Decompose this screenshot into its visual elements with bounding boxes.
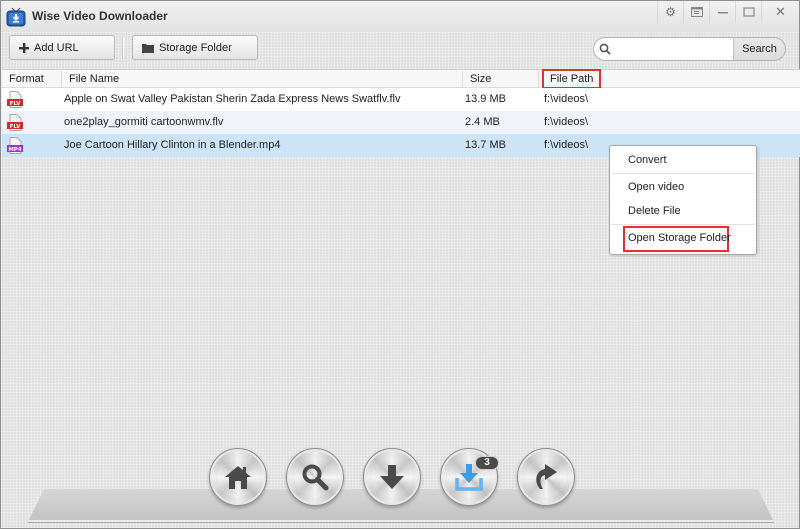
maximize-button[interactable] xyxy=(735,1,761,23)
download-count-badge: 3 xyxy=(475,456,499,470)
menu-item-open-video[interactable]: Open video xyxy=(628,181,684,193)
file-name: Joe Cartoon Hillary Clinton in a Blender… xyxy=(64,139,281,151)
file-table-header: Format File Name Size File Path xyxy=(2,69,800,89)
maximize-icon xyxy=(742,7,755,17)
search-video-button[interactable] xyxy=(286,448,344,506)
file-name: one2play_gormiti cartoonwmv.flv xyxy=(64,116,224,128)
add-url-label: Add URL xyxy=(34,41,79,54)
menu-separator xyxy=(611,224,755,225)
file-size: 13.9 MB xyxy=(465,93,506,105)
menu-item-open-storage-folder[interactable]: Open Storage Folder xyxy=(628,232,731,244)
search-box: Search xyxy=(593,37,786,61)
search-field[interactable] xyxy=(594,38,734,60)
home-button[interactable] xyxy=(209,448,267,506)
context-menu: Convert Open video Delete File Open Stor… xyxy=(609,145,757,255)
column-divider[interactable] xyxy=(538,71,539,87)
column-divider[interactable] xyxy=(462,71,463,87)
menu-separator xyxy=(611,173,755,174)
mp4-file-icon: MP4 xyxy=(7,137,23,154)
add-url-button[interactable]: Add URL xyxy=(9,35,115,60)
search-input[interactable] xyxy=(615,43,725,55)
file-path: f:\videos\ xyxy=(544,116,589,128)
svg-text:FLV: FLV xyxy=(10,124,22,130)
flv-file-icon: FLV xyxy=(7,114,23,131)
title-bar: Wise Video Downloader ⚙ ✕ xyxy=(1,1,799,31)
search-button[interactable]: Search xyxy=(734,38,785,60)
app-window: Wise Video Downloader ⚙ ✕ Add URL Storag… xyxy=(0,0,800,529)
menu-item-delete-file[interactable]: Delete File xyxy=(628,205,681,217)
skin-button[interactable] xyxy=(683,1,709,23)
tv-download-icon xyxy=(6,7,26,27)
column-divider[interactable] xyxy=(61,71,62,87)
svg-text:FLV: FLV xyxy=(10,101,22,107)
column-header-file-name[interactable]: File Name xyxy=(69,70,119,88)
skin-icon xyxy=(690,7,703,17)
storage-folder-label: Storage Folder xyxy=(159,41,232,54)
storage-folder-button[interactable]: Storage Folder xyxy=(132,35,258,60)
window-controls: ⚙ ✕ xyxy=(657,1,799,23)
dock-shelf-edge xyxy=(28,520,774,523)
file-path: f:\videos\ xyxy=(544,93,589,105)
minimize-button[interactable] xyxy=(709,1,735,23)
download-button[interactable] xyxy=(363,448,421,506)
close-button[interactable]: ✕ xyxy=(761,1,799,23)
home-icon xyxy=(225,466,251,489)
file-size: 2.4 MB xyxy=(465,116,500,128)
flv-file-icon: FLV xyxy=(7,91,23,108)
magnifier-icon xyxy=(302,464,329,491)
table-row[interactable]: FLV Apple on Swat Valley Pakistan Sherin… xyxy=(2,88,800,111)
gear-icon: ⚙ xyxy=(665,5,676,19)
minimize-icon xyxy=(717,12,728,14)
convert-button[interactable] xyxy=(517,448,575,506)
file-name: Apple on Swat Valley Pakistan Sherin Zad… xyxy=(64,93,401,105)
column-header-file-path[interactable]: File Path xyxy=(541,69,602,89)
file-size: 13.7 MB xyxy=(465,139,506,151)
column-header-format[interactable]: Format xyxy=(9,70,44,88)
close-icon: ✕ xyxy=(775,4,786,19)
convert-arrow-icon xyxy=(536,464,557,489)
table-row[interactable]: FLV one2play_gormiti cartoonwmv.flv 2.4 … xyxy=(2,111,800,134)
app-title: Wise Video Downloader xyxy=(32,9,168,23)
plus-icon xyxy=(19,42,29,53)
toolbar: Add URL Storage Folder Search xyxy=(1,31,799,67)
column-header-size[interactable]: Size xyxy=(470,70,491,88)
toolbar-divider xyxy=(122,37,123,59)
search-icon xyxy=(599,43,611,55)
svg-text:MP4: MP4 xyxy=(8,147,22,153)
file-path: f:\videos\ xyxy=(544,139,589,151)
download-arrow-icon xyxy=(380,465,404,489)
menu-item-convert[interactable]: Convert xyxy=(628,154,667,166)
folder-icon xyxy=(142,43,154,53)
settings-button[interactable]: ⚙ xyxy=(657,1,683,23)
